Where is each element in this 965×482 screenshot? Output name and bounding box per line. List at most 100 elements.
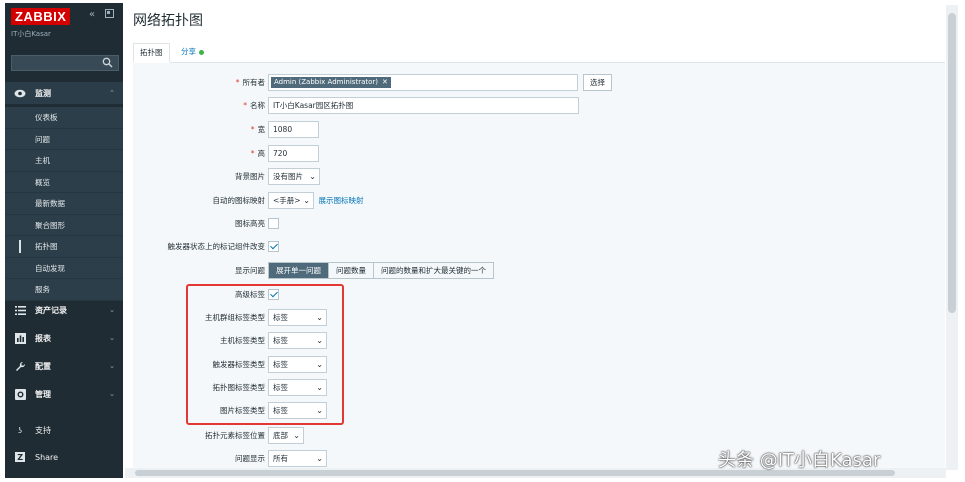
advanced-labels-row: 高级标签 [133,285,943,305]
owner-label: * 所有者 [235,78,265,87]
mark-elements-checkbox[interactable] [268,241,279,252]
menu-administration[interactable]: 管理 ⌄ [5,383,123,405]
host-label-type-label: 主机标签类型 [220,336,265,345]
list-icon [13,305,27,315]
height-row: * 高 720 [133,144,943,164]
menu-monitoring-label: 监测 [35,88,51,98]
kiosk-mode-icon[interactable] [105,9,114,21]
menu-support[interactable]: ʖ 支持 [5,419,123,441]
menu-configuration[interactable]: 配置 ⌄ [5,355,123,377]
menu-monitoring[interactable]: 监测 ⌃ [5,82,123,104]
height-label: * 高 [250,149,265,158]
sidebar-item-dashboard[interactable]: 仪表板 [5,107,123,129]
menu-configuration-label: 配置 [35,361,51,371]
chevron-down-icon: ⌄ [293,431,300,440]
sidebar-item-screens[interactable]: 聚合图形 [5,214,123,236]
sidebar-item-services[interactable]: 服务 [5,279,123,301]
icon-mapping-select[interactable]: <手册> ⌄ [268,192,314,209]
label-location-select[interactable]: 底部 ⌄ [268,427,304,444]
icon-highlight-checkbox[interactable] [268,218,279,229]
width-input[interactable]: 1080 [268,121,319,138]
vertical-scrollbar[interactable] [946,5,958,470]
owner-multiselect[interactable]: Admin (Zabbix Administrator) ✕ [268,74,578,91]
chevron-down-icon: ⌄ [109,334,115,342]
search-icon[interactable] [102,57,114,69]
eye-icon [13,89,27,98]
problem-display-select[interactable]: 所有 ⌄ [268,450,327,467]
height-input[interactable]: 720 [268,145,319,162]
name-row: * 名称 IT小白Kasar园区拓扑图 [133,96,943,116]
logo-row: ZABBIX « [11,8,121,26]
show-icon-mappings-link[interactable]: 展示图标映射 [319,196,364,205]
wrench-icon [13,361,27,372]
menu-share[interactable]: Z Share [5,446,123,468]
vertical-scrollbar-thumb[interactable] [948,13,956,313]
bar-chart-icon [13,332,27,344]
chevron-down-icon: ⌄ [316,336,323,345]
status-dot-icon [199,49,204,55]
tab-map[interactable]: 拓扑图 [133,43,170,63]
background-select[interactable]: 没有图片 ⌄ [268,168,320,185]
host-group-label-type-select[interactable]: 标签 ⌄ [268,309,327,326]
owner-row: * 所有者 Admin (Zabbix Administrator) ✕ 选择 [133,73,943,93]
image-label-type-label: 图片标签类型 [220,406,265,415]
map-label-type-select[interactable]: 标签 ⌄ [268,379,327,396]
menu-reports[interactable]: 报表 ⌄ [5,327,123,349]
menu-support-label: 支持 [35,425,51,435]
map-form: * 所有者 Admin (Zabbix Administrator) ✕ 选择 * 名… [133,63,945,468]
menu-administration-label: 管理 [35,389,51,399]
chevron-down-icon: ⌄ [303,196,310,205]
host-group-label-type-row: 主机群组标签类型 标签 ⌄ [133,308,943,328]
menu-inventory[interactable]: 资产记录 ⌄ [5,299,123,321]
mark-elements-label: 触发器状态上的标记组件改变 [167,242,266,251]
sidebar-item-overview[interactable]: 概览 [5,171,123,193]
share-icon: Z [13,452,27,462]
trigger-label-type-select[interactable]: 标签 ⌄ [268,356,327,373]
host-label-type-row: 主机标签类型 标签 ⌄ [133,331,943,351]
chevron-down-icon: ⌄ [316,313,323,322]
mark-elements-row: 触发器状态上的标记组件改变 [133,237,943,257]
remove-chip-icon[interactable]: ✕ [382,78,388,86]
option-count-and-expand-most-critical[interactable]: 问题的数量和扩大最关键的一个 [374,263,493,278]
sidebar-item-latest-data[interactable]: 最新数据 [5,193,123,215]
sidebar-item-discovery[interactable]: 自动发现 [5,257,123,279]
chevron-down-icon: ⌄ [316,383,323,392]
chevron-down-icon: ⌄ [109,390,115,398]
image-label-type-row: 图片标签类型 标签 ⌄ [133,401,943,421]
chevron-down-icon: ⌄ [109,362,115,370]
chevron-down-icon: ⌄ [316,406,323,415]
search-input[interactable] [11,55,119,71]
option-expand-single-problem[interactable]: 展开单一问题 [269,263,329,278]
tab-sharing-label: 分享 [181,47,196,56]
option-problem-count[interactable]: 问题数量 [329,263,374,278]
image-label-type-select[interactable]: 标签 ⌄ [268,402,327,419]
sidebar: ZABBIX « IT小白Kasar 监测 ⌃ 仪表板 问题 主机 概览 最新数… [5,3,123,478]
gear-icon [13,388,27,400]
width-row: * 宽 1080 [133,120,943,140]
tab-sharing[interactable]: 分享 [175,43,210,63]
label-location-row: 拓扑元素标签位置 底部 ⌄ [133,426,943,446]
problem-display-label: 问题显示 [235,454,265,463]
name-input[interactable]: IT小白Kasar园区拓扑图 [268,97,579,114]
icon-mapping-row: 自动的图标映射 <手册> ⌄ 展示图标映射 [133,191,943,211]
owner-field[interactable]: Admin (Zabbix Administrator) ✕ [268,74,578,91]
name-label: * 名称 [243,101,265,110]
monitoring-submenu: 仪表板 问题 主机 概览 最新数据 聚合图形 拓扑图 自动发现 服务 [5,107,123,301]
map-label-type-label: 拓扑图标签类型 [212,383,266,392]
trigger-label-type-label: 触发器标签类型 [212,360,266,369]
chevron-down-icon: ⌄ [316,360,323,369]
zabbix-logo[interactable]: ZABBIX [11,8,71,25]
advanced-labels-label: 高级标签 [235,290,265,299]
advanced-labels-checkbox[interactable] [268,289,279,300]
sidebar-item-maps[interactable]: 拓扑图 [5,236,123,258]
host-label-type-select[interactable]: 标签 ⌄ [268,332,327,349]
sidebar-item-problems[interactable]: 问题 [5,128,123,150]
sidebar-item-hosts[interactable]: 主机 [5,150,123,172]
host-group-label-type-label: 主机群组标签类型 [205,313,265,322]
svg-text:Z: Z [17,453,23,462]
select-owner-button[interactable]: 选择 [583,74,612,91]
background-label: 背景图片 [235,172,265,181]
page-title: 网络拓扑图 [133,13,203,29]
collapse-icon[interactable]: « [89,9,95,20]
support-icon: ʖ [17,425,23,435]
